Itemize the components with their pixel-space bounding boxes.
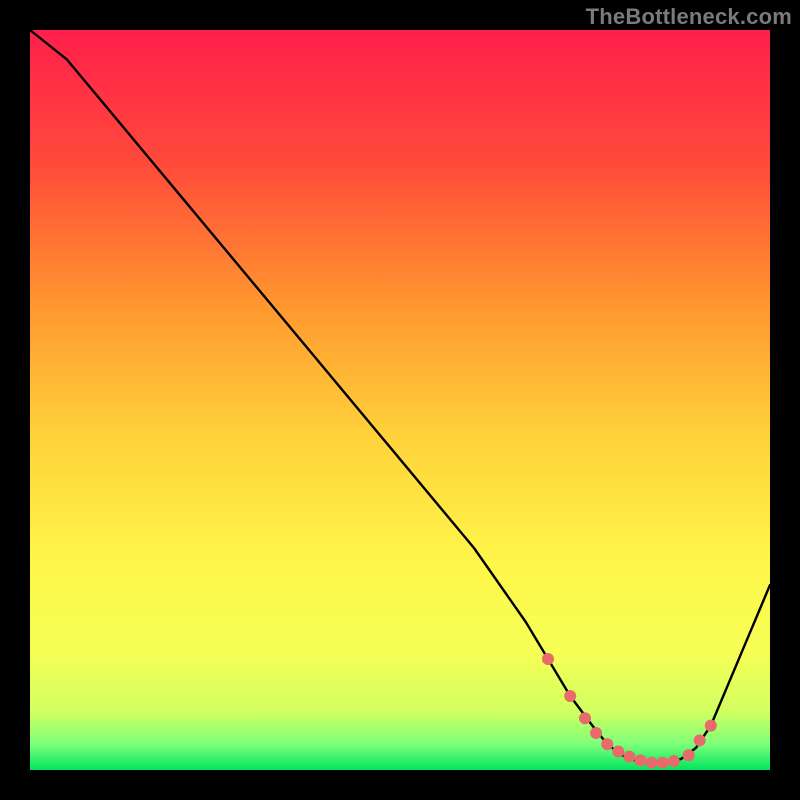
- highlight-dot: [601, 738, 613, 750]
- highlight-dot: [657, 757, 669, 769]
- highlight-dot: [668, 755, 680, 767]
- highlight-dot: [683, 749, 695, 761]
- plot-background: [30, 30, 770, 770]
- watermark-text: TheBottleneck.com: [586, 4, 792, 30]
- highlight-dot: [564, 690, 576, 702]
- highlight-dot: [612, 746, 624, 758]
- highlight-dot: [623, 751, 635, 763]
- highlight-dot: [579, 712, 591, 724]
- highlight-dot: [646, 757, 658, 769]
- highlight-dot: [694, 734, 706, 746]
- chart-container: TheBottleneck.com: [0, 0, 800, 800]
- highlight-dot: [635, 754, 647, 766]
- highlight-dot: [542, 653, 554, 665]
- highlight-dot: [705, 720, 717, 732]
- bottleneck-chart: [0, 0, 800, 800]
- highlight-dot: [590, 727, 602, 739]
